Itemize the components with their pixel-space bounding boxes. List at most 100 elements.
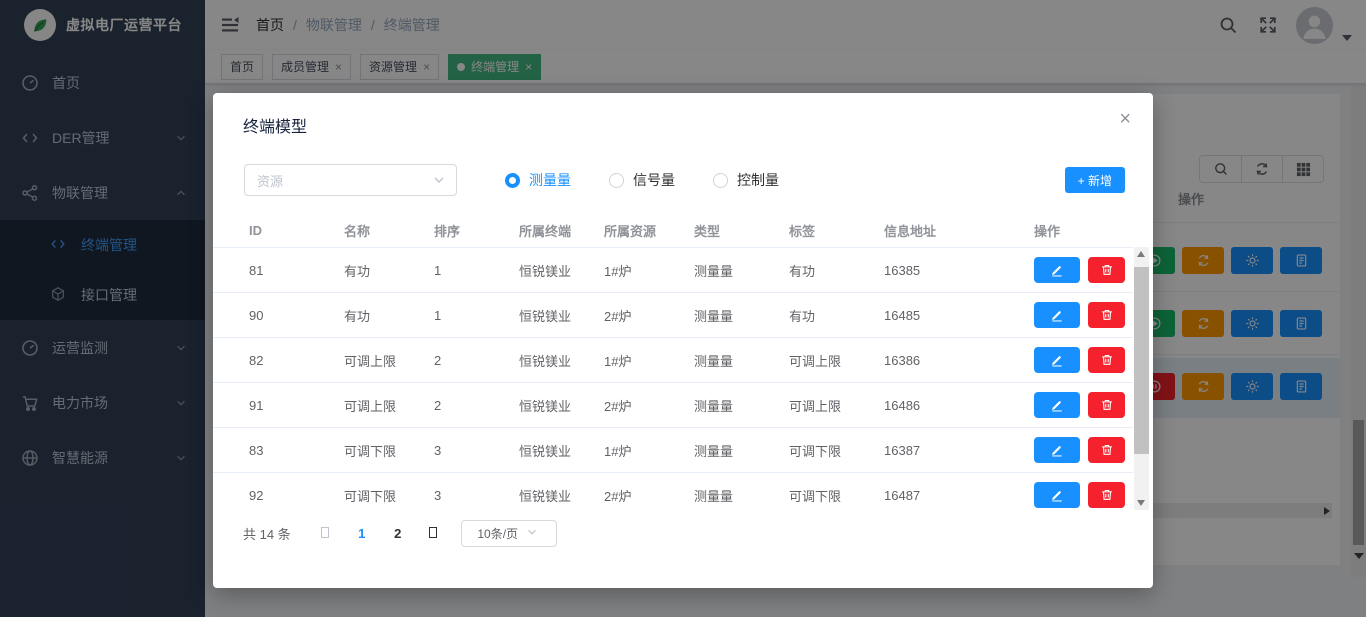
table-row: 83 可调下限 3 恒锐镁业 1#炉 测量量 可调下限 16387 xyxy=(213,428,1133,473)
cell-tag: 可调下限 xyxy=(789,486,884,505)
edit-button[interactable] xyxy=(1034,347,1080,373)
cell-actions xyxy=(1034,482,1133,508)
radio-control[interactable]: 控制量 xyxy=(713,170,779,190)
cell-type: 测量量 xyxy=(694,486,789,505)
radio-measure[interactable]: 测量量 xyxy=(505,170,571,190)
cell-tag: 可调下限 xyxy=(789,441,884,460)
cell-resource: 1#炉 xyxy=(604,261,694,280)
chevron-down-icon xyxy=(432,173,446,187)
delete-button[interactable] xyxy=(1088,482,1125,508)
delete-button[interactable] xyxy=(1088,347,1125,373)
dialog-filter-row: 资源 测量量 信号量 控制量 + 新增 xyxy=(244,164,1125,196)
cell-resource: 2#炉 xyxy=(604,306,694,325)
cell-resource: 1#炉 xyxy=(604,441,694,460)
edit-button[interactable] xyxy=(1034,302,1080,328)
cell-sort: 1 xyxy=(434,263,519,278)
cell-id: 81 xyxy=(249,263,344,278)
prev-arrow-glyph xyxy=(321,527,329,538)
cell-name: 有功 xyxy=(344,261,434,280)
cell-type: 测量量 xyxy=(694,396,789,415)
page-1-button[interactable]: 1 xyxy=(357,526,367,541)
cell-actions xyxy=(1034,257,1133,283)
next-page-button[interactable] xyxy=(429,526,437,541)
radio-signal[interactable]: 信号量 xyxy=(609,170,675,190)
col-header-address: 信息地址 xyxy=(884,221,1034,240)
cell-id: 90 xyxy=(249,308,344,323)
scroll-down-arrow-icon[interactable] xyxy=(1137,500,1145,506)
edit-button[interactable] xyxy=(1034,437,1080,463)
cell-resource: 2#炉 xyxy=(604,396,694,415)
cell-terminal: 恒锐镁业 xyxy=(519,441,604,460)
cell-name: 可调上限 xyxy=(344,351,434,370)
cell-resource: 2#炉 xyxy=(604,486,694,505)
edit-button[interactable] xyxy=(1034,392,1080,418)
radio-icon xyxy=(713,173,728,188)
cell-id: 92 xyxy=(249,488,344,503)
scroll-up-arrow-icon[interactable] xyxy=(1137,251,1145,257)
col-header-actions: 操作 xyxy=(1034,221,1133,240)
table-vertical-scrollbar[interactable] xyxy=(1134,247,1149,510)
cell-actions xyxy=(1034,302,1133,328)
cell-terminal: 恒锐镁业 xyxy=(519,306,604,325)
type-radio-group: 测量量 信号量 控制量 xyxy=(505,170,779,190)
delete-button[interactable] xyxy=(1088,437,1125,463)
cell-type: 测量量 xyxy=(694,441,789,460)
cell-name: 可调下限 xyxy=(344,441,434,460)
select-placeholder: 资源 xyxy=(257,171,283,190)
page-size-value: 10条/页 xyxy=(477,525,518,542)
table-header-row: ID 名称 排序 所属终端 所属资源 类型 标签 信息地址 操作 xyxy=(213,213,1133,247)
delete-button[interactable] xyxy=(1088,302,1125,328)
pagination-total: 共 14 条 xyxy=(243,524,291,543)
radio-label: 控制量 xyxy=(737,170,779,190)
radio-icon xyxy=(609,173,624,188)
col-header-type: 类型 xyxy=(694,221,789,240)
resource-select[interactable]: 资源 xyxy=(244,164,457,196)
radio-icon xyxy=(505,173,520,188)
pagination: 共 14 条 1 2 10条/页 xyxy=(243,517,557,549)
cell-address: 16387 xyxy=(884,443,1034,458)
cell-actions xyxy=(1034,437,1133,463)
cell-sort: 2 xyxy=(434,353,519,368)
table-row: 82 可调上限 2 恒锐镁业 1#炉 测量量 可调上限 16386 xyxy=(213,338,1133,383)
scrollbar-thumb[interactable] xyxy=(1134,267,1149,454)
cell-type: 测量量 xyxy=(694,351,789,370)
page-2-button[interactable]: 2 xyxy=(393,526,403,541)
table-row: 90 有功 1 恒锐镁业 2#炉 测量量 有功 16485 xyxy=(213,293,1133,338)
add-button[interactable]: + 新增 xyxy=(1065,167,1125,193)
cell-sort: 1 xyxy=(434,308,519,323)
delete-button[interactable] xyxy=(1088,257,1125,283)
edit-button[interactable] xyxy=(1034,482,1080,508)
cell-type: 测量量 xyxy=(694,261,789,280)
table-row: 92 可调下限 3 恒锐镁业 2#炉 测量量 可调下限 16487 xyxy=(213,473,1133,510)
delete-button[interactable] xyxy=(1088,392,1125,418)
cell-id: 83 xyxy=(249,443,344,458)
cell-address: 16386 xyxy=(884,353,1034,368)
cell-sort: 3 xyxy=(434,488,519,503)
cell-tag: 有功 xyxy=(789,261,884,280)
terminal-model-dialog: 终端模型 × 资源 测量量 信号量 控制量 + 新增 ID 名称 排序 所属终端… xyxy=(213,93,1153,588)
chevron-down-icon xyxy=(526,526,540,540)
col-header-id: ID xyxy=(249,223,344,238)
cell-address: 16485 xyxy=(884,308,1034,323)
col-header-terminal: 所属终端 xyxy=(519,221,604,240)
cell-actions xyxy=(1034,392,1133,418)
close-icon[interactable]: × xyxy=(1119,109,1131,129)
cell-sort: 3 xyxy=(434,443,519,458)
prev-page-button[interactable] xyxy=(321,526,329,541)
radio-label: 信号量 xyxy=(633,170,675,190)
cell-terminal: 恒锐镁业 xyxy=(519,396,604,415)
col-header-sort: 排序 xyxy=(434,221,519,240)
cell-id: 82 xyxy=(249,353,344,368)
page-size-select[interactable]: 10条/页 xyxy=(461,520,557,547)
cell-terminal: 恒锐镁业 xyxy=(519,486,604,505)
cell-resource: 1#炉 xyxy=(604,351,694,370)
dialog-title: 终端模型 xyxy=(243,113,307,137)
table-body: 81 有功 1 恒锐镁业 1#炉 测量量 有功 16385 90 有功 1 恒锐… xyxy=(213,247,1133,510)
cell-terminal: 恒锐镁业 xyxy=(519,261,604,280)
cell-name: 可调上限 xyxy=(344,396,434,415)
edit-button[interactable] xyxy=(1034,257,1080,283)
next-arrow-glyph xyxy=(429,527,437,538)
cell-address: 16487 xyxy=(884,488,1034,503)
cell-tag: 可调上限 xyxy=(789,396,884,415)
col-header-resource: 所属资源 xyxy=(604,221,694,240)
